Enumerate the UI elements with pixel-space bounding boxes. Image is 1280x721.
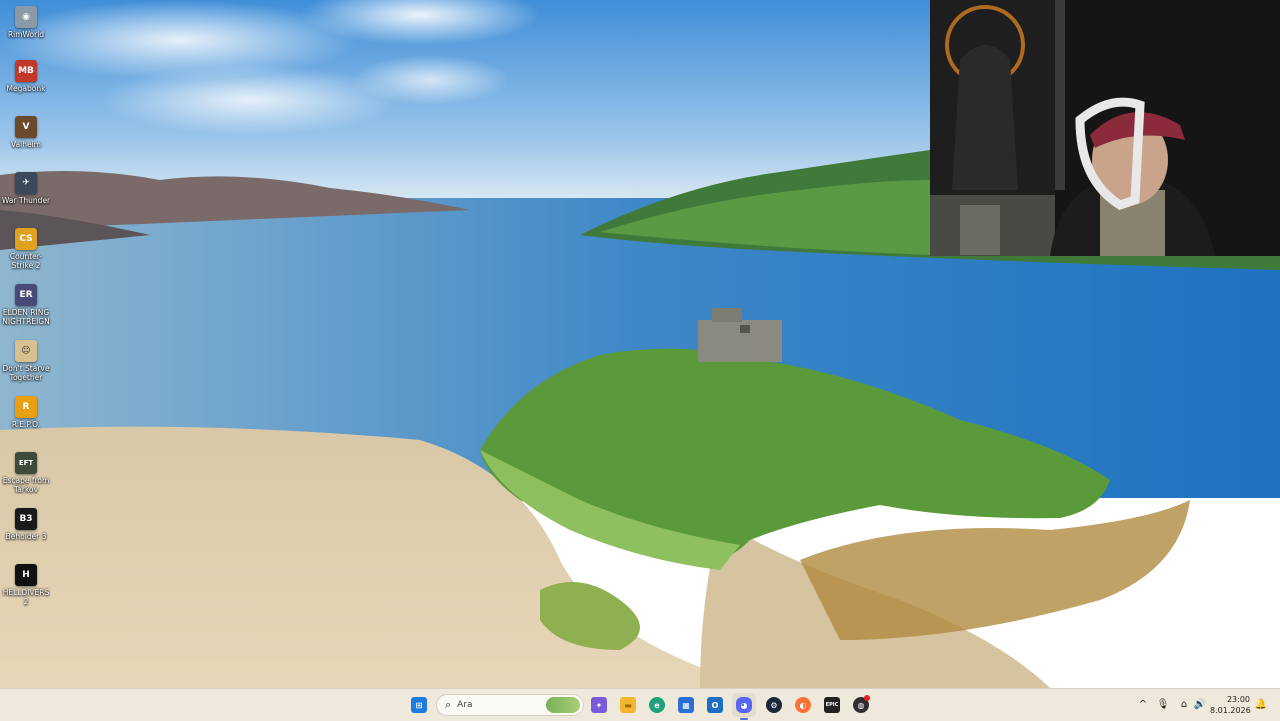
steam-icon: ⚙	[766, 697, 782, 713]
desktop-icon-label: ELDEN RING NIGHTREIGN	[2, 308, 50, 326]
store-button[interactable]: ▦	[674, 693, 698, 717]
copilot-icon: ✦	[591, 697, 607, 713]
windows-start-icon: ⊞	[411, 697, 427, 713]
discord-icon: ◕	[736, 697, 752, 713]
desktop-icon-label: Escape from Tarkov	[2, 476, 50, 494]
beholder-icon: B3	[15, 508, 37, 530]
desktop-icon-rimworld[interactable]: ◉ RimWorld	[0, 6, 52, 39]
desktop-icon-label: Beholder 3	[5, 532, 47, 541]
store-icon: ▦	[678, 697, 694, 713]
desktop-icon-dont-starve[interactable]: ☺ Don't Starve Together	[0, 340, 52, 382]
folder-icon: ▬	[620, 697, 636, 713]
clock-time: 23:00	[1226, 695, 1250, 704]
microphone-icon[interactable]: 🎙	[1156, 697, 1170, 711]
clock[interactable]: 23:00 8.01.2026	[1210, 694, 1251, 716]
repo-icon: R	[15, 396, 37, 418]
desktop-icon-label: Counter-Strike 2	[9, 252, 43, 270]
edge-icon: e	[649, 697, 665, 713]
start-button[interactable]: ⊞	[407, 693, 431, 717]
firefox-button[interactable]: ◐	[791, 693, 815, 717]
discord-button[interactable]: ◕	[732, 693, 756, 720]
desktop-icon-label: War Thunder	[1, 196, 51, 205]
desktop-icon-label: Valheim	[11, 140, 41, 149]
epic-games-icon: EPIC	[824, 697, 840, 713]
desktop-icon-valheim[interactable]: V Valheim	[0, 116, 52, 149]
desktop-icon-war-thunder[interactable]: ✈ War Thunder	[0, 172, 52, 205]
outlook-button[interactable]: O	[703, 693, 727, 717]
steam-button[interactable]: ⚙	[762, 693, 786, 717]
clock-date: 8.01.2026	[1210, 706, 1251, 715]
network-icon[interactable]: ⌂	[1177, 697, 1191, 711]
epic-games-button[interactable]: EPIC	[820, 693, 844, 717]
search-placeholder: Ara	[457, 700, 473, 710]
file-explorer-button[interactable]: ▬	[616, 693, 640, 717]
elden-ring-icon: ER	[15, 284, 37, 306]
desktop-icon-beholder[interactable]: B3 Beholder 3	[0, 508, 52, 541]
search-highlight-image	[546, 697, 580, 713]
show-hidden-icons-chevron-icon[interactable]: ^	[1136, 697, 1150, 711]
tarkov-icon: EFT	[15, 452, 37, 474]
desktop-icon-repo[interactable]: R R.E.P.O.	[0, 396, 52, 429]
firefox-icon: ◐	[795, 697, 811, 713]
notification-bell-icon[interactable]: 🔔	[1254, 697, 1268, 711]
desktop-icon-label: HELLDIVERS 2	[2, 588, 50, 606]
notification-dot-icon	[864, 695, 870, 701]
desktop-icon-label: Don't Starve Together	[2, 364, 50, 382]
counter-strike-icon: CS	[15, 228, 37, 250]
desktop-icon-elden-ring[interactable]: ER ELDEN RING NIGHTREIGN	[0, 284, 52, 326]
webcam-feed-image	[930, 0, 1280, 256]
outlook-icon: O	[707, 697, 723, 713]
desktop: ◉ RimWorld MB Megabonk V Valheim ✈ War T…	[0, 0, 1280, 688]
helldivers-icon: H	[15, 564, 37, 586]
taskbar: ⊞ ⌕ Ara ✦ ▬ e ▦ O ◕ ⚙ ◐ EPIC ◍ ^ 🎙 ⌂ 🔊 2…	[0, 688, 1280, 721]
desktop-icon-label: RimWorld	[7, 30, 45, 39]
desktop-icon-tarkov[interactable]: EFT Escape from Tarkov	[0, 452, 52, 494]
search-box[interactable]: ⌕ Ara	[436, 694, 584, 716]
desktop-icon-megabonk[interactable]: MB Megabonk	[0, 60, 52, 93]
valheim-icon: V	[15, 116, 37, 138]
dont-starve-icon: ☺	[15, 340, 37, 362]
copilot-button[interactable]: ✦	[587, 693, 611, 717]
war-thunder-icon: ✈	[15, 172, 37, 194]
rimworld-icon: ◉	[15, 6, 37, 28]
volume-icon[interactable]: 🔊	[1193, 697, 1207, 711]
desktop-icon-label: R.E.P.O.	[11, 420, 41, 429]
obs-button[interactable]: ◍	[849, 693, 873, 717]
desktop-icon-helldivers[interactable]: H HELLDIVERS 2	[0, 564, 52, 606]
megabonk-icon: MB	[15, 60, 37, 82]
edge-button[interactable]: e	[645, 693, 669, 717]
search-icon: ⌕	[445, 698, 452, 711]
webcam-overlay	[930, 0, 1280, 256]
desktop-icon-counter-strike[interactable]: CS Counter-Strike 2	[0, 228, 52, 270]
desktop-icon-label: Megabonk	[6, 84, 46, 93]
